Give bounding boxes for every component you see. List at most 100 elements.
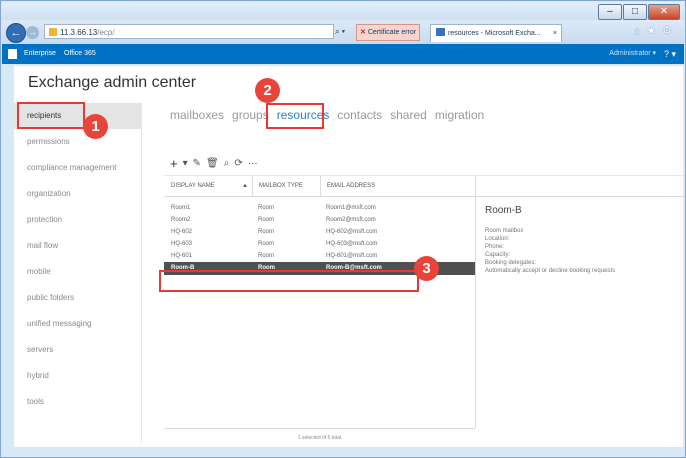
site-icon (49, 28, 57, 36)
exchange-tab-icon (436, 28, 445, 36)
tab-mailboxes[interactable]: mailboxes (169, 108, 225, 122)
office365-bar: Enterprise Office 365 Administrator ▾ ? … (2, 44, 684, 64)
cell-display-name: HQ-603 (171, 241, 193, 247)
cell-email: HQ-601@msft.com (326, 253, 378, 259)
cell-email: HQ-603@msft.com (326, 241, 378, 247)
callout-badge-3: 3 (414, 256, 439, 281)
tab-close-icon[interactable]: × (553, 25, 557, 42)
table-header: DISPLAY NAME ▲ MAILBOX TYPE EMAIL ADDRES… (164, 175, 475, 197)
details-location: Location: (485, 236, 510, 242)
cell-mailbox-type: Room (258, 217, 275, 223)
cell-display-name: Room1 (171, 205, 191, 211)
tab-migration[interactable]: migration (434, 108, 485, 122)
nav-item-tools[interactable]: tools (14, 389, 141, 415)
cell-mailbox-type: Room (258, 241, 275, 247)
table-row[interactable]: HQ-602 Room HQ-602@msft.com (164, 226, 475, 238)
details-pane: Room-B Room mailbox Location: Phone: Cap… (475, 175, 684, 428)
nav-item-mail-flow[interactable]: mail flow (14, 233, 141, 259)
nav-item-unified-messaging[interactable]: unified messaging (14, 311, 141, 337)
details-capacity: Capacity: (485, 252, 511, 258)
nav-item-hybrid[interactable]: hybrid (14, 363, 141, 389)
url-input[interactable]: 11.3.66.13/ecp/ (44, 24, 334, 39)
add-icon[interactable]: + (170, 156, 178, 171)
certificate-error-badge[interactable]: ✕ Certificate error (356, 24, 421, 41)
certificate-error-text: Certificate error (367, 29, 417, 36)
details-booking-delegates: Booking delegates: (485, 260, 537, 266)
selection-status: 1 selected of 6 total (164, 428, 475, 447)
star-icon[interactable]: ★ (646, 25, 662, 37)
url-host: 11.3.66.13 (60, 28, 98, 37)
maximize-button[interactable]: □ (623, 4, 647, 20)
cell-email: Room1@msft.com (326, 205, 376, 211)
shield-error-icon: ✕ (360, 29, 366, 36)
table-row[interactable]: Room2 Room Room2@msft.com (164, 214, 475, 226)
close-button[interactable]: ✕ (648, 4, 680, 20)
gear-icon[interactable]: ⚙ (662, 25, 678, 37)
cell-display-name: HQ-602 (171, 229, 193, 235)
callout-badge-1: 1 (83, 114, 108, 139)
cell-email: HQ-602@msft.com (326, 229, 378, 235)
table-row[interactable]: HQ-603 Room HQ-603@msft.com (164, 238, 475, 250)
refresh-icon[interactable]: ⟳ (234, 158, 242, 169)
callout-box-resources (266, 103, 324, 129)
office-logo-icon (8, 49, 17, 59)
browser-window: – □ ✕ ← → 11.3.66.13/ecp/ ⌕ ▾ ✕ Certifica… (0, 0, 686, 458)
nav-item-protection[interactable]: protection (14, 207, 141, 233)
address-bar: ← → 11.3.66.13/ecp/ ⌕ ▾ ✕ Certificate err… (2, 20, 684, 44)
details-phone: Phone: (485, 244, 505, 250)
back-button[interactable]: ← (6, 23, 26, 43)
search-icon[interactable]: ⌕ (224, 158, 230, 169)
list-toolbar: + ▾ ✎ 🗑 ⌕ ⟳ ··· (170, 156, 258, 171)
enterprise-link[interactable]: Enterprise (24, 44, 56, 64)
table-row[interactable]: Room1 Room Room1@msft.com (164, 202, 475, 214)
cell-email: Room2@msft.com (326, 217, 376, 223)
nav-item-permissions[interactable]: permissions (14, 129, 141, 155)
recipient-tabs: mailboxes groups resources contacts shar… (169, 108, 485, 122)
window-controls: – □ ✕ (598, 4, 680, 20)
delete-icon[interactable]: 🗑 (206, 158, 219, 169)
browser-icons: ⌂★⚙ (634, 24, 678, 37)
header-mailbox-type[interactable]: MAILBOX TYPE (252, 176, 320, 196)
forward-button[interactable]: → (26, 26, 39, 39)
browser-tab[interactable]: resources - Microsoft Excha... × (430, 24, 562, 42)
cell-display-name: Room2 (171, 217, 191, 223)
left-nav: recipients permissions compliance manage… (14, 103, 141, 415)
cell-mailbox-type: Room (258, 253, 275, 259)
page-title: Exchange admin center (28, 74, 197, 91)
nav-item-mobile[interactable]: mobile (14, 259, 141, 285)
main-content: Exchange admin center recipients permiss… (14, 66, 684, 447)
tab-shared[interactable]: shared (389, 108, 428, 122)
help-menu[interactable]: ? ▾ (664, 44, 676, 64)
details-properties: Room mailbox Location: Phone: Capacity: … (485, 227, 615, 275)
sort-ascending-icon[interactable]: ▲ (242, 176, 252, 196)
nav-item-servers[interactable]: servers (14, 337, 141, 363)
add-menu-icon[interactable]: ▾ (183, 158, 188, 169)
window-title-bar: – □ ✕ (2, 2, 684, 20)
header-email-address[interactable]: EMAIL ADDRESS (320, 176, 475, 196)
tab-contacts[interactable]: contacts (336, 108, 383, 122)
edit-icon[interactable]: ✎ (193, 158, 201, 169)
more-icon[interactable]: ··· (248, 158, 258, 169)
tab-groups[interactable]: groups (231, 108, 270, 122)
user-menu[interactable]: Administrator ▾ (609, 44, 656, 64)
details-title: Room-B (485, 205, 522, 216)
minimize-button[interactable]: – (598, 4, 622, 20)
details-booking-policy: Automatically accept or decline booking … (485, 268, 616, 274)
cell-display-name: HQ-601 (171, 253, 193, 259)
callout-box-recipients (17, 102, 85, 129)
nav-item-organization[interactable]: organization (14, 181, 141, 207)
url-path: /ecp/ (97, 28, 115, 37)
nav-item-compliance-management[interactable]: compliance management (14, 155, 141, 181)
office365-link[interactable]: Office 365 (64, 44, 96, 64)
browser-tab-label: resources - Microsoft Excha... (448, 30, 541, 37)
details-header-strip (476, 175, 684, 197)
callout-box-room-b (159, 270, 419, 292)
nav-item-public-folders[interactable]: public folders (14, 285, 141, 311)
home-icon[interactable]: ⌂ (634, 25, 647, 37)
details-type: Room mailbox (485, 228, 524, 234)
cell-mailbox-type: Room (258, 229, 275, 235)
cell-mailbox-type: Room (258, 205, 275, 211)
header-display-name[interactable]: DISPLAY NAME (164, 176, 242, 196)
search-dropdown-icon[interactable]: ⌕ ▾ (335, 24, 345, 39)
nav-divider (141, 103, 142, 443)
